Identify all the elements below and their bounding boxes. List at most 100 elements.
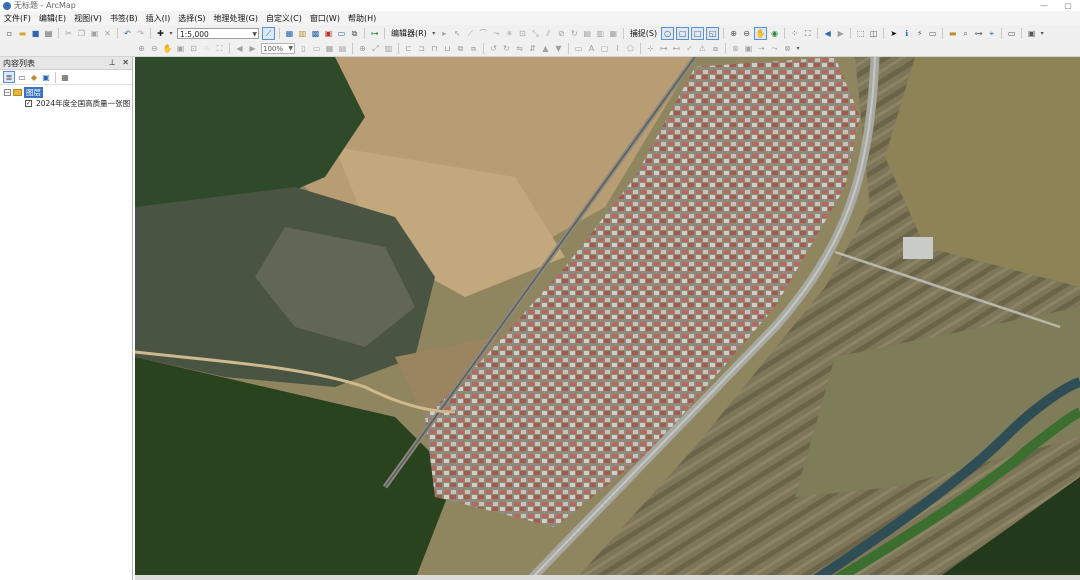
hyperlink-icon[interactable]: ⚡ <box>914 28 925 39</box>
draw-callout-icon[interactable]: ▢ <box>599 43 610 54</box>
straight-segment-icon[interactable]: ⟋ <box>465 28 476 39</box>
attributes-icon[interactable]: ▤ <box>582 28 593 39</box>
error-inspector-icon[interactable]: ⚠ <box>697 43 708 54</box>
fixed-zoom-in-icon[interactable]: ⁘ <box>789 28 800 39</box>
open-folder-icon[interactable]: ▬ <box>17 28 28 39</box>
menu-view[interactable]: 视图(V) <box>70 13 106 24</box>
print-icon[interactable]: ▤ <box>43 28 54 39</box>
find-icon[interactable]: ⌕ <box>960 28 971 39</box>
zoom-whole-page-icon[interactable]: ▣ <box>175 43 186 54</box>
vertex-snapping-icon[interactable]: □ <box>691 26 705 40</box>
go-to-xy-icon[interactable]: ⌖ <box>986 28 997 39</box>
rotate-icon[interactable]: ↻ <box>569 28 580 39</box>
maximize-icon[interactable]: ▢ <box>1056 0 1080 11</box>
toc-options-icon[interactable]: ▦ <box>60 72 70 82</box>
map-display[interactable] <box>135 57 1080 580</box>
toggle-draft-mode-icon[interactable]: ▯ <box>298 43 309 54</box>
data-driven-pages-icon[interactable]: ▤ <box>337 43 348 54</box>
chevron-down-icon[interactable]: ▾ <box>795 43 801 54</box>
align-right-icon[interactable]: ⊓ <box>429 43 440 54</box>
shared-features-icon[interactable]: ⧇ <box>710 43 721 54</box>
view-link-table-icon[interactable]: ▥ <box>383 43 394 54</box>
draw-rectangle-icon[interactable]: ▭ <box>573 43 584 54</box>
identify-icon[interactable]: ℹ <box>901 28 912 39</box>
create-viewer-window-icon[interactable]: ▣ <box>1026 28 1037 39</box>
select-elements-icon[interactable]: ➤ <box>888 28 899 39</box>
reshape-icon[interactable]: ⤡ <box>530 28 541 39</box>
arctoolbox-icon[interactable]: ▣ <box>323 28 334 39</box>
map-scale-input[interactable]: 1:5,000 ▼ <box>177 27 259 40</box>
layout-zoom-in-icon[interactable]: ⊕ <box>136 43 147 54</box>
rotate-left-icon[interactable]: ↺ <box>488 43 499 54</box>
georeferencing-icon[interactable]: ⊕ <box>357 43 368 54</box>
layout-zoom-out-icon[interactable]: ⊖ <box>149 43 160 54</box>
network-analyst-icon[interactable]: ⊛ <box>730 43 741 54</box>
align-center-icon[interactable]: ⊐ <box>416 43 427 54</box>
menu-insert[interactable]: 插入(I) <box>142 13 175 24</box>
find-route-icon[interactable]: ⊶ <box>973 28 984 39</box>
directions-icon[interactable]: ⇢ <box>756 43 767 54</box>
chevron-down-icon[interactable]: ▼ <box>252 29 257 40</box>
table-of-contents-icon[interactable]: ▦ <box>284 28 295 39</box>
menu-file[interactable]: 文件(F) <box>0 13 35 24</box>
rotate-right-icon[interactable]: ↻ <box>501 43 512 54</box>
topology-edit-icon[interactable]: ⊹ <box>645 43 656 54</box>
flip-vertical-icon[interactable]: ⇵ <box>527 43 538 54</box>
html-popup-icon[interactable]: ▭ <box>927 28 938 39</box>
edit-vertices-icon[interactable]: ⊡ <box>517 28 528 39</box>
add-data-icon[interactable]: ✚ <box>155 28 166 39</box>
fix-topology-icon[interactable]: ⊷ <box>671 43 682 54</box>
edit-tool-icon[interactable]: ▸ <box>439 28 450 39</box>
editor-tool-icon[interactable]: ⊶ <box>369 28 380 39</box>
tree-row-layers[interactable]: − 图层 <box>0 87 132 98</box>
add-data-dropdown-icon[interactable]: ▾ <box>168 28 174 39</box>
list-by-selection-icon[interactable]: ▣ <box>41 72 51 82</box>
chevron-down-icon[interactable]: ▾ <box>431 28 437 39</box>
search-window-icon[interactable]: ▩ <box>310 28 321 39</box>
pin-icon[interactable]: ⊥ <box>109 58 116 67</box>
measure-icon[interactable]: ▬ <box>947 28 958 39</box>
chevron-down-icon[interactable]: ▼ <box>288 44 293 54</box>
draw-polygon-icon[interactable]: ⬠ <box>625 43 636 54</box>
collapse-icon[interactable]: − <box>4 89 11 96</box>
tree-row-layer[interactable]: ✓ 2024年度全国高质量一张图 <box>0 98 132 109</box>
fixed-zoom-in-page-icon[interactable]: ⁘ <box>201 43 212 54</box>
menu-edit[interactable]: 编辑(E) <box>35 13 70 24</box>
solve-icon[interactable]: ▣ <box>743 43 754 54</box>
create-features-icon[interactable]: ▦ <box>608 28 619 39</box>
sketch-properties-icon[interactable]: ▥ <box>595 28 606 39</box>
clear-selection-icon[interactable]: ◫ <box>868 28 879 39</box>
layout-pan-icon[interactable]: ✋ <box>162 43 173 54</box>
validate-topology-icon[interactable]: ✓ <box>684 43 695 54</box>
zoom-100-icon[interactable]: ⊡ <box>188 43 199 54</box>
point-snapping-icon[interactable]: ○ <box>661 26 675 40</box>
flip-horizontal-icon[interactable]: ⇋ <box>514 43 525 54</box>
fixed-zoom-out-icon[interactable]: ⛶ <box>802 28 813 39</box>
next-extent-icon[interactable]: ▶ <box>247 43 258 54</box>
menu-bookmarks[interactable]: 书签(B) <box>106 13 142 24</box>
save-icon[interactable]: ■ <box>30 28 41 39</box>
menu-customize[interactable]: 自定义(C) <box>262 13 306 24</box>
delete-icon[interactable]: ✕ <box>102 28 113 39</box>
close-icon[interactable]: ✕ <box>122 58 129 67</box>
cut-polygons-icon[interactable]: ⫽ <box>543 28 554 39</box>
route-icon[interactable]: ⤳ <box>769 43 780 54</box>
undo-icon[interactable]: ↶ <box>122 28 133 39</box>
time-slider-icon[interactable]: ▭ <box>1006 28 1017 39</box>
add-control-points-icon[interactable]: ⤢ <box>370 43 381 54</box>
catalog-icon[interactable]: ▥ <box>297 28 308 39</box>
python-window-icon[interactable]: ▭ <box>336 28 347 39</box>
edit-annotation-icon[interactable]: ↖ <box>452 28 463 39</box>
change-layout-icon[interactable]: ▦ <box>324 43 335 54</box>
menu-windows[interactable]: 窗口(W) <box>306 13 344 24</box>
editor-toolbar-icon[interactable]: ⟋ <box>262 26 275 40</box>
menu-geoprocessing[interactable]: 地理处理(G) <box>210 13 262 24</box>
forward-extent-icon[interactable]: ▶ <box>835 28 846 39</box>
paste-icon[interactable]: ▣ <box>89 28 100 39</box>
group-icon[interactable]: ⧉ <box>455 43 466 54</box>
focus-data-frame-icon[interactable]: ▭ <box>311 43 322 54</box>
trace-icon[interactable]: ⤳ <box>491 28 502 39</box>
full-extent-icon[interactable]: ◉ <box>769 28 780 39</box>
draw-text-icon[interactable]: A <box>586 43 597 54</box>
cut-icon[interactable]: ✂ <box>63 28 74 39</box>
